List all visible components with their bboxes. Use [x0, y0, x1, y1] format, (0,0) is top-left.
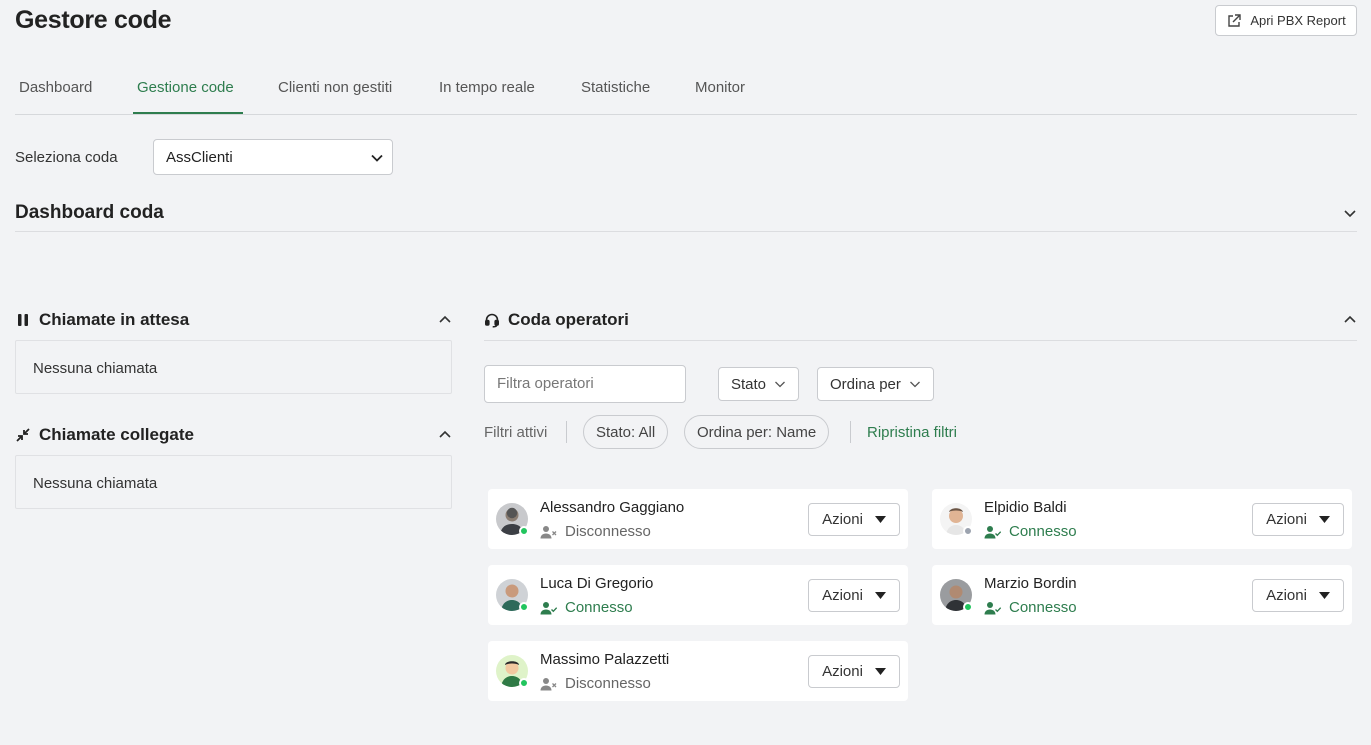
- queue-select-value: AssClienti: [166, 149, 233, 166]
- order-by-dropdown-label: Ordina per: [830, 375, 901, 393]
- chevron-down-icon: [909, 381, 920, 388]
- user-disconnected-icon: [540, 525, 557, 538]
- order-by-dropdown[interactable]: Ordina per: [817, 367, 934, 401]
- offline-status-dot: [963, 526, 973, 536]
- user-connected-icon: [984, 601, 1001, 614]
- online-status-dot: [963, 602, 973, 612]
- separator: [566, 421, 567, 443]
- operator-status: Disconnesso: [540, 523, 651, 540]
- active-filters-label: Filtri attivi: [484, 424, 548, 441]
- operator-card: Elpidio Baldi Connesso Azioni: [932, 489, 1352, 549]
- user-connected-icon: [984, 525, 1001, 538]
- actions-label: Azioni: [1266, 511, 1307, 528]
- filter-chip-order[interactable]: Ordina per: Name: [684, 415, 830, 449]
- tab-dashboard[interactable]: Dashboard: [19, 79, 92, 96]
- actions-button[interactable]: Azioni: [808, 579, 900, 612]
- empty-text: Nessuna chiamata: [33, 475, 158, 492]
- waiting-calls-header: Chiamate in attesa: [15, 310, 189, 330]
- online-status-dot: [519, 602, 529, 612]
- external-link-icon: [1228, 13, 1242, 27]
- user-connected-icon: [540, 601, 557, 614]
- headset-icon: [484, 313, 499, 328]
- operator-status-text: Connesso: [1009, 599, 1077, 616]
- user-disconnected-icon: [540, 677, 557, 690]
- operator-status: Connesso: [984, 523, 1077, 540]
- stato-dropdown-label: Stato: [731, 375, 767, 393]
- chevron-down-icon[interactable]: [1342, 205, 1358, 221]
- operators-header: Coda operatori: [484, 310, 629, 330]
- pause-icon: [18, 314, 28, 326]
- queue-select[interactable]: AssClienti: [153, 139, 393, 175]
- caret-down-icon: [874, 516, 886, 523]
- stato-dropdown[interactable]: Stato: [718, 367, 800, 401]
- connected-calls-title: Chiamate collegate: [39, 425, 194, 444]
- chevron-up-icon[interactable]: [437, 312, 453, 328]
- open-pbx-report-button[interactable]: Apri PBX Report: [1215, 5, 1357, 36]
- actions-label: Azioni: [822, 587, 863, 604]
- operator-card: Massimo Palazzetti Disconnesso Azioni: [488, 641, 908, 701]
- operator-card: Luca Di Gregorio Connesso Azioni: [488, 565, 908, 625]
- pbx-button-label: Apri PBX Report: [1250, 13, 1346, 28]
- tab-bar: Dashboard Gestione code Clienti non gest…: [15, 70, 1357, 115]
- filter-operators-input[interactable]: Filtra operatori: [484, 365, 686, 403]
- caret-down-icon: [874, 668, 886, 675]
- actions-button[interactable]: Azioni: [808, 503, 900, 536]
- operator-status: Disconnesso: [540, 675, 651, 692]
- empty-text: Nessuna chiamata: [33, 360, 158, 377]
- operator-status-text: Connesso: [1009, 523, 1077, 540]
- caret-down-icon: [1318, 592, 1330, 599]
- operator-status-text: Disconnesso: [565, 523, 651, 540]
- tab-clienti-non-gestiti[interactable]: Clienti non gestiti: [278, 79, 392, 96]
- operator-name: Massimo Palazzetti: [540, 651, 670, 668]
- actions-label: Azioni: [1266, 587, 1307, 604]
- chevron-up-icon[interactable]: [437, 427, 453, 443]
- operator-card: Alessandro Gaggiano Disconnesso Azioni: [488, 489, 908, 549]
- chevron-down-icon: [371, 154, 383, 162]
- online-status-dot: [519, 526, 529, 536]
- operator-name: Alessandro Gaggiano: [540, 499, 685, 516]
- actions-button[interactable]: Azioni: [1252, 579, 1344, 612]
- caret-down-icon: [874, 592, 886, 599]
- dashboard-coda-title: Dashboard coda: [15, 202, 164, 223]
- divider: [15, 231, 1357, 232]
- collapse-arrows-icon: [16, 428, 30, 442]
- online-status-dot: [519, 678, 529, 688]
- tab-gestione-code[interactable]: Gestione code: [137, 79, 234, 96]
- actions-button[interactable]: Azioni: [808, 655, 900, 688]
- active-tab-indicator: [133, 112, 243, 114]
- waiting-calls-title: Chiamate in attesa: [39, 310, 190, 329]
- chevron-up-icon[interactable]: [1342, 312, 1358, 328]
- divider: [484, 340, 1357, 341]
- operator-card: Marzio Bordin Connesso Azioni: [932, 565, 1352, 625]
- tab-monitor[interactable]: Monitor: [695, 79, 745, 96]
- waiting-calls-empty: Nessuna chiamata: [15, 340, 452, 394]
- operator-name: Marzio Bordin: [984, 575, 1077, 592]
- operator-name: Elpidio Baldi: [984, 499, 1067, 516]
- filter-chip-stato[interactable]: Stato: All: [583, 415, 669, 449]
- connected-calls-empty: Nessuna chiamata: [15, 455, 452, 509]
- page-title: Gestore code: [15, 6, 172, 34]
- tab-statistiche[interactable]: Statistiche: [581, 79, 650, 96]
- actions-label: Azioni: [822, 511, 863, 528]
- operator-status: Connesso: [540, 599, 633, 616]
- operator-status-text: Connesso: [565, 599, 633, 616]
- separator: [850, 421, 851, 443]
- connected-calls-header: Chiamate collegate: [15, 425, 194, 445]
- actions-label: Azioni: [822, 663, 863, 680]
- operator-status-text: Disconnesso: [565, 675, 651, 692]
- actions-button[interactable]: Azioni: [1252, 503, 1344, 536]
- operators-title: Coda operatori: [508, 310, 629, 329]
- operator-name: Luca Di Gregorio: [540, 575, 654, 592]
- operator-status: Connesso: [984, 599, 1077, 616]
- chevron-down-icon: [775, 381, 785, 388]
- caret-down-icon: [1318, 516, 1330, 523]
- queue-select-label: Seleziona coda: [15, 149, 118, 166]
- tab-in-tempo-reale[interactable]: In tempo reale: [439, 79, 535, 96]
- reset-filters-link[interactable]: Ripristina filtri: [867, 424, 957, 441]
